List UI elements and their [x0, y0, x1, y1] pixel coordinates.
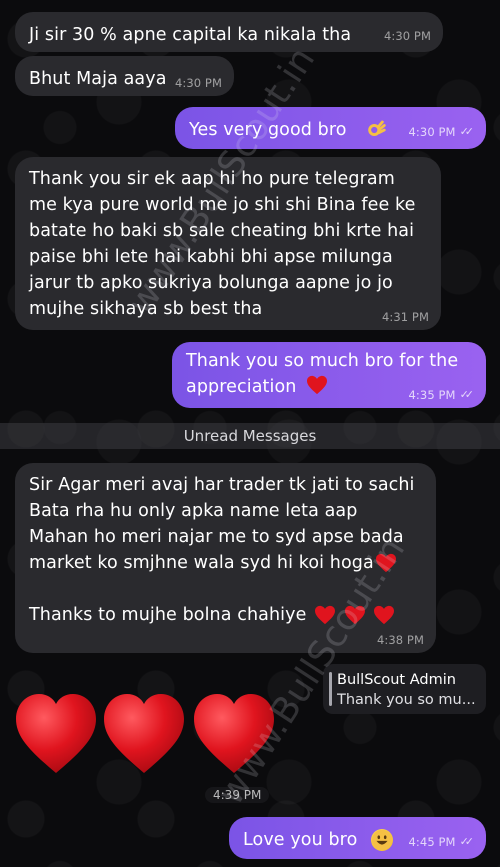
message-time: 4:30 PM ✓✓ — [409, 125, 475, 139]
message-text: Yes very good bro — [189, 120, 347, 140]
message-text: Sir Agar meri avaj har trader tk jati to… — [29, 475, 415, 573]
message-incoming[interactable]: Thank you sir ek aap hi ho pure telegram… — [15, 157, 441, 330]
message-time: 4:31 PM — [381, 310, 429, 324]
reply-snippet: Thank you so mu... — [337, 692, 476, 708]
message-text: Bhut Maja aaya — [29, 69, 167, 89]
message-outgoing[interactable]: Yes very good bro 4:30 PM ✓✓ — [175, 107, 486, 149]
message-incoming[interactable]: Bhut Maja aaya 4:30 PM — [15, 56, 234, 96]
message-time: 4:35 PM ✓✓ — [409, 388, 475, 402]
red-heart-emoji-icon — [315, 605, 336, 625]
heart-emoji-icon — [16, 694, 96, 773]
red-heart-emoji-icon — [344, 605, 365, 625]
message-text: Thank you sir ek aap hi ho pure telegram… — [29, 169, 416, 319]
heart-emoji-icon — [194, 694, 274, 773]
ok-hand-emoji-icon — [368, 120, 386, 137]
unread-label: Unread Messages — [183, 427, 317, 445]
message-time: 4:30 PM — [383, 29, 431, 43]
red-heart-emoji-icon — [376, 553, 397, 573]
read-ticks-icon: ✓✓ — [459, 835, 475, 848]
big-hearts-message[interactable] — [16, 685, 286, 775]
reply-quote[interactable]: BullScout Admin Thank you so mu... — [323, 664, 486, 714]
message-text: Love you bro — [243, 830, 358, 850]
message-incoming[interactable]: Ji sir 30 % apne capital ka nikala tha 4… — [15, 12, 443, 52]
read-ticks-icon: ✓✓ — [459, 388, 475, 401]
message-time: 4:39 PM — [205, 787, 270, 803]
smiling-face-emoji-icon — [371, 829, 394, 851]
message-text-secondary: Thanks to mujhe bolna chahiye — [29, 605, 307, 625]
red-heart-emoji-icon — [374, 605, 395, 625]
read-ticks-icon: ✓✓ — [459, 125, 475, 138]
message-outgoing[interactable]: Thank you so much bro for the appreciati… — [172, 342, 486, 408]
message-incoming[interactable]: Sir Agar meri avaj har trader tk jati to… — [15, 463, 436, 653]
message-time: 4:45 PM ✓✓ — [409, 835, 475, 849]
heart-emoji-icon — [104, 694, 184, 773]
message-time: 4:30 PM — [174, 76, 222, 90]
message-outgoing[interactable]: Love you bro 4:45 PM ✓✓ — [229, 817, 486, 859]
message-time: 4:38 PM — [376, 633, 424, 647]
message-text: Ji sir 30 % apne capital ka nikala tha — [29, 25, 352, 45]
red-heart-emoji-icon — [307, 375, 328, 395]
reply-sender-name: BullScout Admin — [337, 672, 456, 688]
unread-messages-divider: Unread Messages — [0, 423, 500, 449]
